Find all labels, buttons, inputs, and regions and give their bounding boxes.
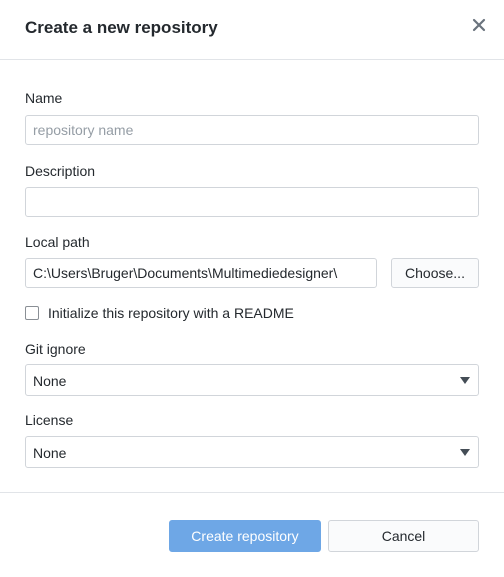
local-path-input[interactable] (25, 258, 377, 288)
create-repository-button[interactable]: Create repository (169, 520, 321, 552)
readme-checkbox-row[interactable]: Initialize this repository with a README (25, 304, 294, 322)
git-ignore-selected-value: None (33, 373, 67, 389)
create-repository-dialog: Create a new repository Name Description… (0, 0, 504, 576)
cancel-button[interactable]: Cancel (328, 520, 479, 552)
dialog-footer: Create repository Cancel (0, 492, 504, 577)
local-path-label: Local path (25, 234, 90, 250)
readme-checkbox[interactable] (25, 306, 39, 320)
description-label: Description (25, 163, 96, 179)
chevron-down-icon (460, 377, 470, 384)
git-ignore-label: Git ignore (25, 341, 86, 357)
git-ignore-select[interactable]: None (25, 364, 479, 396)
chevron-down-icon (460, 449, 470, 456)
license-selected-value: None (33, 445, 67, 461)
choose-path-button[interactable]: Choose... (391, 258, 479, 288)
name-label: Name (25, 90, 63, 106)
dialog-title: Create a new repository (25, 18, 218, 37)
description-input[interactable] (25, 187, 479, 217)
license-label: License (25, 412, 74, 428)
repository-name-input[interactable] (25, 115, 479, 145)
close-button[interactable] (468, 14, 490, 36)
close-icon (472, 18, 486, 32)
license-select[interactable]: None (25, 436, 479, 468)
dialog-header: Create a new repository (0, 0, 504, 60)
readme-checkbox-label[interactable]: Initialize this repository with a README (48, 305, 294, 321)
